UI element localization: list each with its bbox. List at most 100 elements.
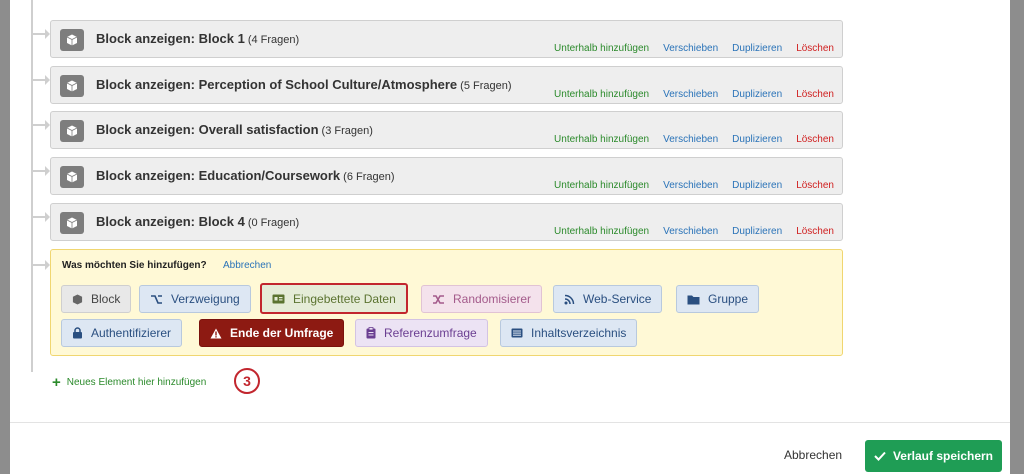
flow-block: Block anzeigen: Perception of School Cul… — [50, 66, 843, 104]
delete-link[interactable]: Löschen — [796, 180, 834, 191]
flow-arrow — [32, 75, 50, 85]
shuffle-icon — [433, 294, 444, 304]
authenticator-option-button[interactable]: Authentifizierer — [61, 319, 183, 347]
delete-link[interactable]: Löschen — [796, 226, 834, 237]
block-title-text: Block anzeigen: Block 4 — [96, 214, 245, 229]
branch-icon — [151, 294, 162, 304]
table-of-contents-option-button[interactable]: Inhaltsverzeichnis — [500, 319, 638, 347]
add-below-link[interactable]: Unterhalb hinzufügen — [554, 89, 649, 100]
add-below-link[interactable]: Unterhalb hinzufügen — [554, 226, 649, 237]
web-service-option-button[interactable]: Web-Service — [553, 285, 663, 313]
backdrop-left — [0, 0, 10, 474]
move-link[interactable]: Verschieben — [663, 134, 718, 145]
duplicate-link[interactable]: Duplizieren — [732, 134, 782, 145]
picker-cancel-link[interactable]: Abbrechen — [223, 260, 271, 271]
move-link[interactable]: Verschieben — [663, 89, 718, 100]
block-title-text: Block anzeigen: Education/Coursework — [96, 168, 341, 183]
block-actions: Unterhalb hinzufügen Verschieben Duplizier… — [540, 180, 834, 191]
flow-timeline — [31, 0, 33, 372]
flow-arrow — [32, 212, 50, 222]
block-question-count: (6 Fragen) — [343, 171, 395, 183]
block-actions: Unterhalb hinzufügen Verschieben Duplizier… — [540, 134, 834, 145]
duplicate-link[interactable]: Duplizieren — [732, 226, 782, 237]
cancel-button[interactable]: Abbrechen — [784, 448, 842, 462]
block-title: Block anzeigen: Perception of School Cul… — [96, 77, 512, 92]
folder-icon — [687, 295, 700, 304]
option-label: Authentifizierer — [91, 326, 172, 340]
block-question-count: (3 Fragen) — [321, 125, 373, 137]
block-cube-icon — [60, 166, 84, 188]
list-icon — [511, 328, 523, 338]
block-title: Block anzeigen: Block 1 (4 Fragen) — [96, 31, 299, 46]
warning-icon — [210, 328, 222, 338]
block-question-count: (0 Fragen) — [247, 217, 300, 229]
block-question-count: (5 Fragen) — [460, 80, 512, 92]
plus-icon: + — [52, 374, 61, 391]
flow-arrow — [32, 29, 50, 39]
option-label: Ende der Umfrage — [230, 326, 334, 340]
survey-flow-dialog: Block anzeigen: Block 1 (4 Fragen) Unterh… — [10, 0, 1010, 474]
option-label: Inhaltsverzeichnis — [531, 326, 627, 340]
duplicate-link[interactable]: Duplizieren — [732, 180, 782, 191]
block-title-text: Block anzeigen: Perception of School Cul… — [96, 77, 458, 92]
block-actions: Unterhalb hinzufügen Verschieben Duplizier… — [540, 89, 834, 100]
block-title: Block anzeigen: Overall satisfaction (3 F… — [96, 122, 373, 137]
option-label: Web-Service — [583, 292, 652, 306]
flow-block: Block anzeigen: Block 4 (0 Fragen) Unterh… — [50, 203, 843, 241]
block-actions: Unterhalb hinzufügen Verschieben Duplizier… — [540, 43, 834, 54]
delete-link[interactable]: Löschen — [796, 89, 834, 100]
end-of-survey-option-button[interactable]: Ende der Umfrage — [199, 319, 345, 347]
checkmark-icon — [874, 451, 886, 461]
add-below-link[interactable]: Unterhalb hinzufügen — [554, 180, 649, 191]
dialog-footer: Abbrechen Verlauf speichern — [10, 422, 1010, 474]
block-cube-icon — [60, 120, 84, 142]
duplicate-link[interactable]: Duplizieren — [732, 89, 782, 100]
add-new-element-label: Neues Element hier hinzufügen — [66, 377, 207, 388]
duplicate-link[interactable]: Duplizieren — [732, 43, 782, 54]
save-label: Verlauf speichern — [892, 449, 994, 463]
picker-question: Was möchten Sie hinzufügen? — [62, 260, 207, 271]
reference-survey-option-button[interactable]: Referenzumfrage — [355, 319, 488, 347]
add-element-picker: Was möchten Sie hinzufügen? Abbrechen Bl… — [50, 249, 843, 356]
block-title-text: Block anzeigen: Block 1 — [96, 31, 245, 46]
delete-link[interactable]: Löschen — [796, 43, 834, 54]
lock-icon — [73, 327, 82, 339]
add-below-link[interactable]: Unterhalb hinzufügen — [554, 43, 649, 54]
flow-block: Block anzeigen: Overall satisfaction (3 F… — [50, 111, 843, 149]
block-cube-icon — [60, 75, 84, 97]
option-label: Randomisierer — [453, 292, 532, 306]
block-option-button[interactable]: Block — [61, 285, 132, 313]
group-option-button[interactable]: Gruppe — [676, 285, 760, 313]
flow-arrow — [32, 166, 50, 176]
add-new-element-link[interactable]: + Neues Element hier hinzufügen — [52, 374, 206, 391]
delete-link[interactable]: Löschen — [796, 134, 834, 145]
branch-option-button[interactable]: Verzweigung — [139, 285, 251, 313]
randomizer-option-button[interactable]: Randomisierer — [421, 285, 543, 313]
move-link[interactable]: Verschieben — [663, 43, 718, 54]
block-cube-icon — [60, 29, 84, 51]
step-number-badge: 3 — [234, 368, 260, 394]
option-label: Block — [91, 292, 121, 306]
backdrop-right — [1010, 0, 1024, 474]
flow-arrow — [32, 260, 50, 270]
move-link[interactable]: Verschieben — [663, 180, 718, 191]
cube-icon — [72, 293, 83, 305]
save-flow-button[interactable]: Verlauf speichern — [865, 440, 1002, 472]
flow-block: Block anzeigen: Education/Coursework (6 F… — [50, 157, 843, 195]
option-label: Verzweigung — [171, 292, 240, 306]
option-label: Eingebettete Daten — [293, 291, 396, 306]
block-title-text: Block anzeigen: Overall satisfaction — [96, 122, 319, 137]
block-question-count: (4 Fragen) — [247, 34, 300, 46]
block-title: Block anzeigen: Block 4 (0 Fragen) — [96, 214, 299, 229]
add-below-link[interactable]: Unterhalb hinzufügen — [554, 134, 649, 145]
embedded-data-option-button[interactable]: Eingebettete Daten — [260, 283, 408, 314]
flow-block: Block anzeigen: Block 1 (4 Fragen) Unterh… — [50, 20, 843, 58]
clipboard-icon — [366, 327, 376, 339]
option-label: Gruppe — [708, 292, 749, 306]
flow-canvas: Block anzeigen: Block 1 (4 Fragen) Unterh… — [10, 0, 1010, 422]
block-title: Block anzeigen: Education/Coursework (6 F… — [96, 168, 395, 183]
block-actions: Unterhalb hinzufügen Verschieben Duplizier… — [540, 226, 834, 237]
block-cube-icon — [60, 212, 84, 234]
rss-icon — [564, 294, 575, 304]
move-link[interactable]: Verschieben — [663, 226, 718, 237]
